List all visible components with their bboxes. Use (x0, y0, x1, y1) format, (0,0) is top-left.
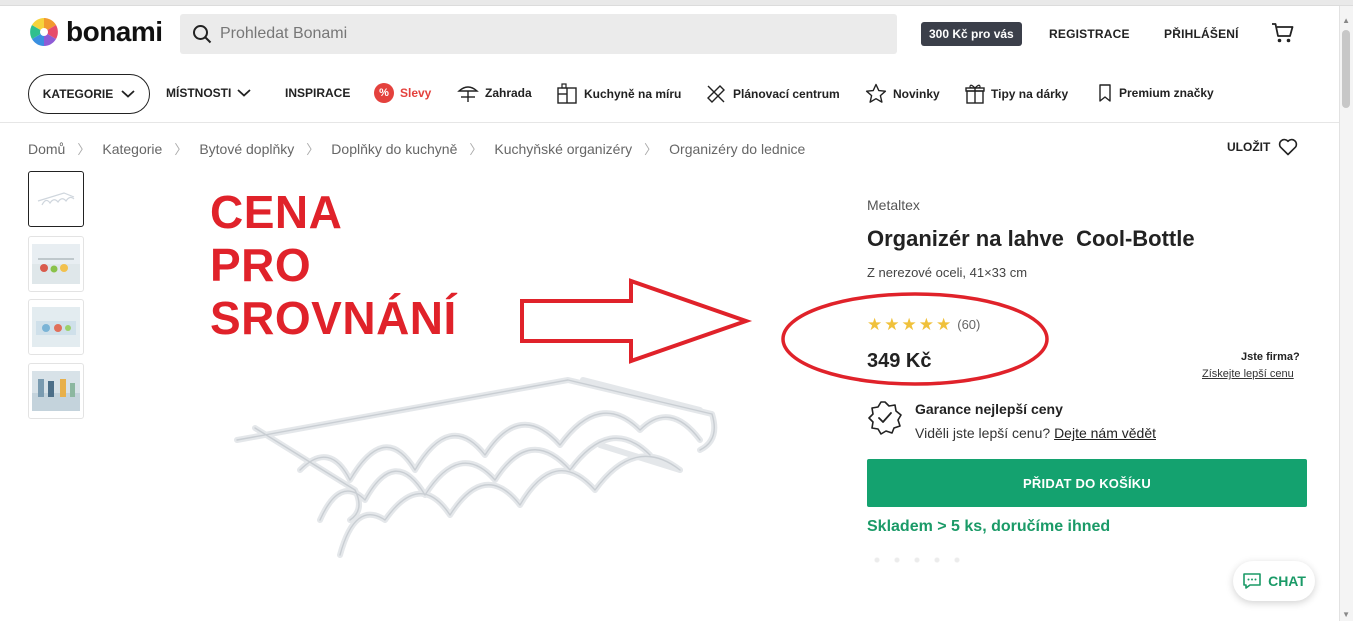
annotation-line: CENA (210, 186, 343, 238)
scroll-thumb[interactable] (1342, 30, 1350, 108)
nav-zahrada[interactable]: Zahrada (457, 83, 532, 103)
company-price-link[interactable]: Získejte lepší cenu (1202, 368, 1294, 380)
nav-kategorie-button[interactable]: KATEGORIE (28, 74, 150, 114)
nav-mistnosti-label: MÍSTNOSTI (166, 86, 232, 100)
cart-icon[interactable] (1271, 22, 1295, 49)
guarantee-link[interactable]: Dejte nám vědět (1054, 425, 1156, 441)
save-button[interactable]: ULOŽIT (1227, 138, 1298, 156)
product-rating[interactable]: ★ ★ ★ ★ ★ (60) (867, 316, 980, 333)
product-brand[interactable]: Metaltex (867, 197, 920, 213)
nav-slevy-label: Slevy (400, 86, 432, 100)
nav-novinky[interactable]: Novinky (865, 83, 940, 104)
fridge-photo-thumbnail-image (32, 244, 80, 284)
annotation-text: CENA PRO SROVNÁNÍ (210, 186, 457, 345)
nav-kuchyne-label: Kuchyně na míru (584, 87, 682, 101)
nav-planovaci[interactable]: Plánovací centrum (705, 83, 840, 105)
kitchen-icon (557, 83, 577, 104)
breadcrumb-item[interactable]: Kuchyňské organizéry (494, 141, 632, 157)
search-icon (193, 25, 212, 44)
guarantee-title: Garance nejlepší ceny (915, 401, 1063, 417)
guarantee-text: Viděli jste lepší cenu? Dejte nám vědět (915, 425, 1156, 441)
nav-tipy[interactable]: Tipy na dárky (965, 83, 1068, 104)
logo-flower-icon (30, 18, 58, 46)
breadcrumb-item[interactable]: Organizéry do lednice (669, 141, 805, 157)
nav-slevy[interactable]: % Slevy (374, 83, 431, 103)
star-icon: ★ (867, 315, 883, 334)
breadcrumb: Domů 〉 Kategorie 〉 Bytové doplňky 〉 Dopl… (28, 139, 805, 158)
nav-zahrada-label: Zahrada (485, 86, 532, 100)
promo-badge[interactable]: 300 Kč pro vás (921, 22, 1022, 46)
ruler-pencil-icon (707, 85, 725, 103)
scroll-down-arrow-icon[interactable]: ▼ (1342, 610, 1350, 619)
browser-top-edge (0, 0, 1353, 6)
nav-kategorie-label: KATEGORIE (42, 87, 114, 101)
stock-status: Skladem > 5 ks, doručíme ihned (867, 518, 1111, 535)
chevron-down-icon (121, 90, 135, 98)
add-to-cart-button[interactable]: PŘIDAT DO KOŠÍKU (867, 459, 1307, 507)
nav-mistnosti[interactable]: MÍSTNOSTI (166, 86, 251, 100)
product-price: 349 Kč (867, 350, 932, 372)
garden-umbrella-icon (457, 86, 479, 102)
nav-novinky-label: Novinky (893, 86, 940, 101)
nav-inspirace[interactable]: INSPIRACE (285, 86, 350, 100)
chevron-down-icon (237, 89, 251, 97)
loading-placeholder (867, 556, 967, 564)
nav-divider (0, 122, 1340, 123)
breadcrumb-item[interactable]: Domů (28, 141, 65, 157)
login-link[interactable]: PŘIHLÁŠENÍ (1164, 27, 1239, 41)
annotation-line: SROVNÁNÍ (210, 292, 457, 344)
nav-premium-label: Premium značky (1119, 86, 1214, 100)
save-label: ULOŽIT (1227, 140, 1271, 154)
nav-kuchyne[interactable]: Kuchyně na míru (556, 83, 681, 105)
bottles-thumbnail-image (32, 371, 80, 411)
star-icon: ★ (918, 315, 934, 334)
chevron-right-icon: 〉 (469, 142, 483, 157)
nav-premium[interactable]: Premium značky (1097, 83, 1214, 103)
heart-icon (1279, 138, 1298, 156)
chevron-right-icon: 〉 (174, 142, 188, 157)
annotation-line: PRO (210, 239, 312, 291)
chevron-right-icon: 〉 (77, 142, 91, 157)
badge-check-icon (868, 401, 902, 435)
rating-count: (60) (957, 317, 981, 332)
product-thumbnail[interactable] (28, 171, 84, 227)
company-question: Jste firma? (1241, 351, 1300, 363)
logo-text: bonami (66, 16, 163, 47)
nav-planovaci-label: Plánovací centrum (733, 87, 840, 101)
breadcrumb-item[interactable]: Doplňky do kuchyně (331, 141, 457, 157)
chat-label: CHAT (1268, 573, 1306, 589)
guarantee-question: Viděli jste lepší cenu? (915, 425, 1051, 441)
search-bar[interactable] (180, 14, 897, 54)
nav-inspirace-label: INSPIRACE (285, 86, 351, 100)
product-title: Organizér na lahve Cool-Bottle (867, 226, 1195, 251)
gift-icon (965, 84, 985, 104)
chat-bubble-icon (1243, 573, 1261, 589)
wire-rack-thumbnail-image (37, 192, 75, 206)
star-icon: ★ (884, 315, 900, 334)
breadcrumb-item[interactable]: Bytové doplňky (199, 141, 294, 157)
bookmark-icon (1099, 84, 1111, 102)
search-input[interactable] (220, 25, 820, 43)
fridge-shelf-thumbnail-image (32, 307, 80, 347)
register-link[interactable]: REGISTRACE (1049, 27, 1130, 41)
chat-button[interactable]: CHAT (1233, 561, 1315, 601)
scroll-up-arrow-icon[interactable]: ▲ (1342, 16, 1350, 25)
logo[interactable]: bonami (28, 16, 163, 48)
star-outline-icon (865, 83, 887, 103)
product-subtitle: Z nerezové oceli, 41×33 cm (867, 265, 1028, 280)
product-thumbnail[interactable] (28, 299, 84, 355)
product-thumbnail[interactable] (28, 236, 84, 292)
star-icon: ★ (901, 315, 917, 334)
breadcrumb-item[interactable]: Kategorie (102, 141, 162, 157)
product-thumbnail[interactable] (28, 363, 84, 419)
chevron-right-icon: 〉 (644, 142, 658, 157)
nav-tipy-label: Tipy na dárky (991, 86, 1069, 101)
scrollbar[interactable]: ▲ ▼ (1339, 6, 1353, 621)
main-nav: KATEGORIE MÍSTNOSTI INSPIRACE % Slevy Za… (0, 72, 1340, 116)
chevron-right-icon: 〉 (306, 142, 320, 157)
star-icon: ★ (936, 315, 952, 334)
percent-icon: % (374, 83, 394, 103)
